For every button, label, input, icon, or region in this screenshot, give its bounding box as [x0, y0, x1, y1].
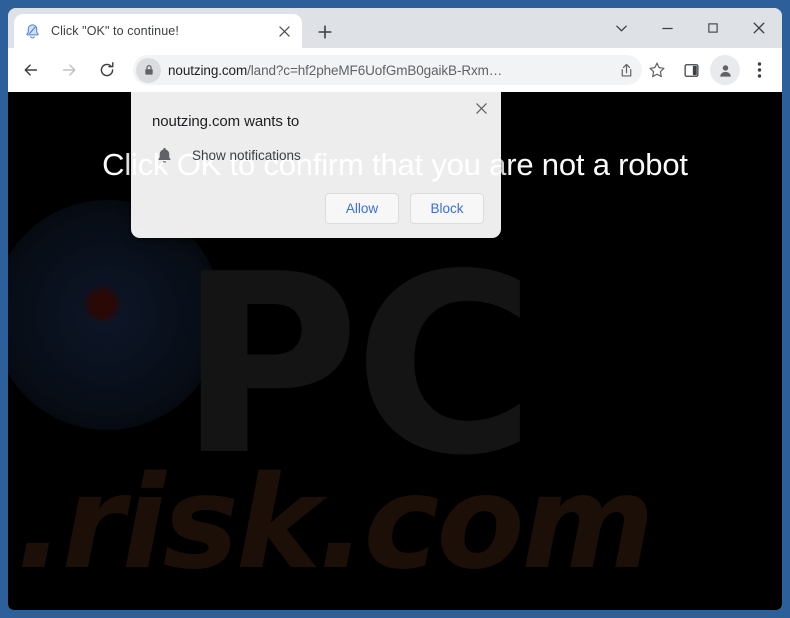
window-controls — [598, 8, 782, 48]
maximize-icon[interactable] — [690, 8, 736, 48]
allow-button[interactable]: Allow — [325, 193, 399, 224]
three-dot-menu-icon[interactable] — [744, 55, 774, 85]
profile-avatar-icon[interactable] — [710, 55, 740, 85]
dialog-title: noutzing.com wants to — [152, 113, 300, 130]
close-icon[interactable] — [274, 21, 294, 41]
bookmark-star-icon[interactable] — [642, 55, 672, 85]
notification-permission-dialog: noutzing.com wants to Show notifications… — [131, 92, 501, 238]
url-path: /land?c=hf2pheMF6UofGmB0gaikB-Rxm… — [247, 62, 503, 78]
close-icon[interactable] — [468, 95, 494, 121]
address-bar[interactable]: noutzing.com/land?c=hf2pheMF6UofGmB0gaik… — [133, 55, 642, 85]
lock-icon[interactable] — [136, 57, 161, 83]
url-text: noutzing.com/land?c=hf2pheMF6UofGmB0gaik… — [168, 63, 632, 78]
tab-strip: Click "OK" to continue! — [8, 8, 782, 48]
browser-window: Click "OK" to continue! noutzing.com/lan… — [8, 8, 782, 610]
minimize-icon[interactable] — [644, 8, 690, 48]
permission-option-row: Show notifications — [152, 143, 301, 167]
bell-icon — [152, 143, 176, 167]
dialog-actions: Allow Block — [325, 193, 484, 224]
share-icon[interactable] — [612, 56, 640, 84]
browser-window-frame: Click "OK" to continue! noutzing.com/lan… — [0, 0, 790, 618]
close-window-icon[interactable] — [736, 8, 782, 48]
block-button[interactable]: Block — [410, 193, 484, 224]
browser-toolbar: noutzing.com/land?c=hf2pheMF6UofGmB0gaik… — [8, 48, 782, 92]
watermark-primary: PC — [178, 222, 536, 510]
page-content: PC .risk.com Click OK to confirm that yo… — [8, 92, 782, 610]
tab-search-chevron-down-icon[interactable] — [598, 8, 644, 48]
new-tab-button[interactable] — [311, 18, 339, 46]
url-host: noutzing.com — [168, 62, 248, 78]
permission-option-label: Show notifications — [192, 147, 301, 163]
back-button[interactable] — [15, 54, 47, 86]
bell-icon — [24, 23, 41, 40]
decorative-blob-red — [86, 288, 118, 320]
side-panel-icon[interactable] — [676, 55, 706, 85]
watermark-secondary: .risk.com — [16, 449, 655, 598]
forward-button[interactable] — [53, 54, 85, 86]
reload-button[interactable] — [91, 54, 123, 86]
tab-title: Click "OK" to continue! — [51, 24, 179, 38]
browser-tab-active[interactable]: Click "OK" to continue! — [14, 14, 302, 48]
